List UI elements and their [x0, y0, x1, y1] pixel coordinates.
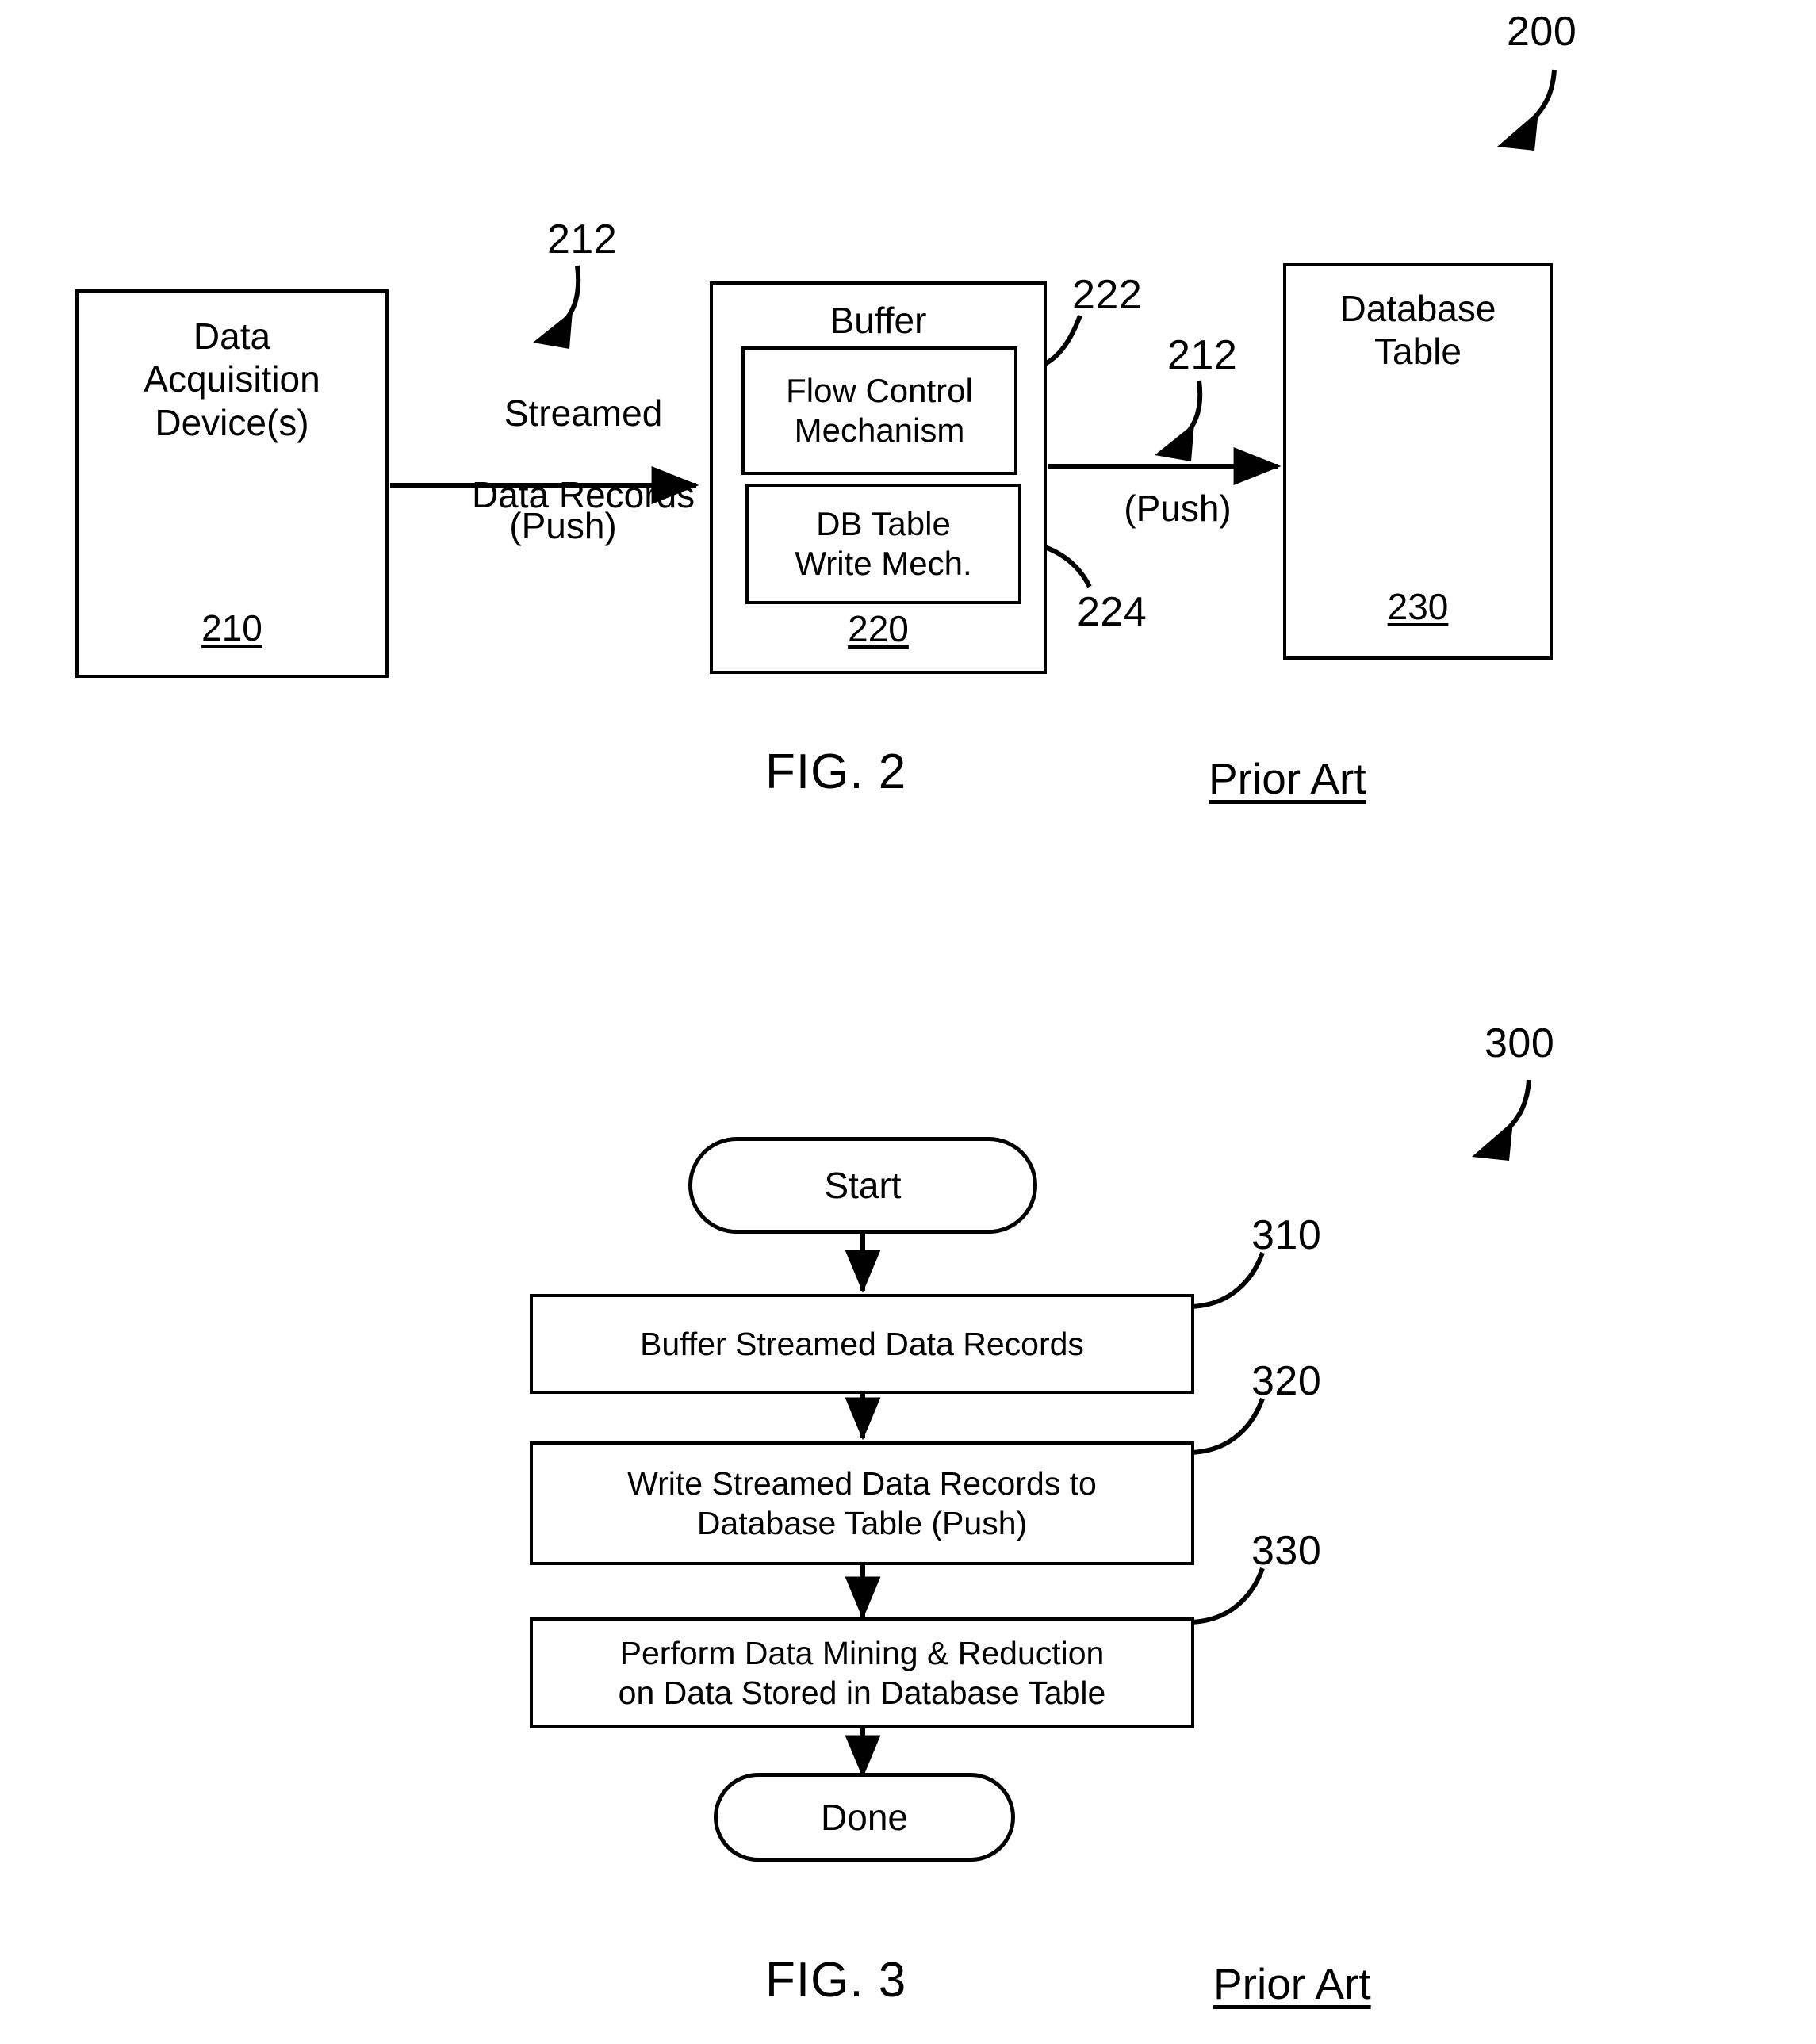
step-310-line1: Buffer Streamed Data Records: [640, 1325, 1084, 1362]
block-230-line2: Table: [1374, 331, 1462, 373]
step-320-line1: Write Streamed Data Records to: [627, 1464, 1097, 1502]
ref-numeral-330: 330: [1251, 1528, 1322, 1574]
ref-numeral-320: 320: [1251, 1358, 1322, 1404]
db-write-line1: DB Table: [816, 504, 951, 542]
flow-terminator-start: Start: [688, 1137, 1037, 1234]
arrow-label-push-right: (Push): [1124, 488, 1232, 529]
figure-3-caption: FIG. 3: [765, 1953, 907, 2008]
ref-200-leader: [1497, 69, 1557, 151]
flow-terminator-done: Done: [714, 1773, 1015, 1862]
ref-numeral-310: 310: [1251, 1212, 1322, 1258]
start-label: Start: [824, 1165, 902, 1206]
block-buffer: Buffer 220: [710, 281, 1047, 674]
ref-310-leader: [1190, 1251, 1265, 1309]
figure-2-prior-art-label: Prior Art: [1209, 754, 1366, 803]
ref-numeral-230: 230: [1387, 585, 1449, 627]
arrow-label-line1: Streamed: [504, 392, 663, 434]
block-210-line3: Device(s): [155, 401, 309, 443]
arrow-label-push-left: (Push): [509, 505, 617, 546]
ref-numeral-300: 300: [1485, 1020, 1555, 1066]
figure-2-caption: FIG. 2: [765, 744, 907, 799]
step-330-line2: on Data Stored in Database Table: [618, 1675, 1106, 1711]
block-210-line2: Acquisition: [144, 358, 320, 400]
ref-212-left-leader: [533, 265, 581, 349]
flow-step-320: Write Streamed Data Records to Database …: [530, 1441, 1194, 1565]
ref-330-leader: [1190, 1567, 1265, 1625]
step-330-line1: Perform Data Mining & Reduction: [619, 1634, 1105, 1671]
block-db-table-write-mechanism: DB Table Write Mech.: [745, 484, 1021, 604]
figure-3-prior-art-label: Prior Art: [1213, 1959, 1371, 2008]
block-230-line1: Database: [1339, 288, 1496, 329]
ref-numeral-224: 224: [1077, 589, 1147, 635]
ref-numeral-220: 220: [848, 607, 909, 649]
ref-212-right-leader: [1155, 380, 1203, 461]
ref-numeral-212-left: 212: [547, 216, 618, 262]
step-320-line2: Database Table (Push): [696, 1505, 1028, 1541]
done-label: Done: [821, 1797, 908, 1838]
ref-numeral-210: 210: [201, 607, 262, 649]
block-210-line1: Data: [193, 316, 271, 357]
ref-numeral-200: 200: [1507, 9, 1577, 55]
ref-320-leader: [1190, 1397, 1265, 1455]
block-data-acquisition-device: Data Acquisition Device(s) 210: [75, 289, 389, 678]
db-write-line2: Write Mech.: [795, 545, 972, 582]
flow-control-line2: Mechanism: [794, 411, 965, 449]
flow-step-330: Perform Data Mining & Reduction on Data …: [530, 1617, 1194, 1728]
ref-numeral-222: 222: [1072, 272, 1143, 318]
block-database-table: Database Table 230: [1283, 263, 1553, 660]
ref-numeral-212-right: 212: [1167, 332, 1238, 378]
block-buffer-title: Buffer: [829, 300, 927, 341]
flow-control-line1: Flow Control: [786, 371, 973, 409]
patent-figure-sheet: 200 Data Acquisition Device(s) 210 212 S…: [0, 0, 1816, 2044]
flow-step-310: Buffer Streamed Data Records: [530, 1294, 1194, 1394]
ref-300-leader: [1472, 1079, 1531, 1161]
block-flow-control-mechanism: Flow Control Mechanism: [741, 346, 1017, 475]
